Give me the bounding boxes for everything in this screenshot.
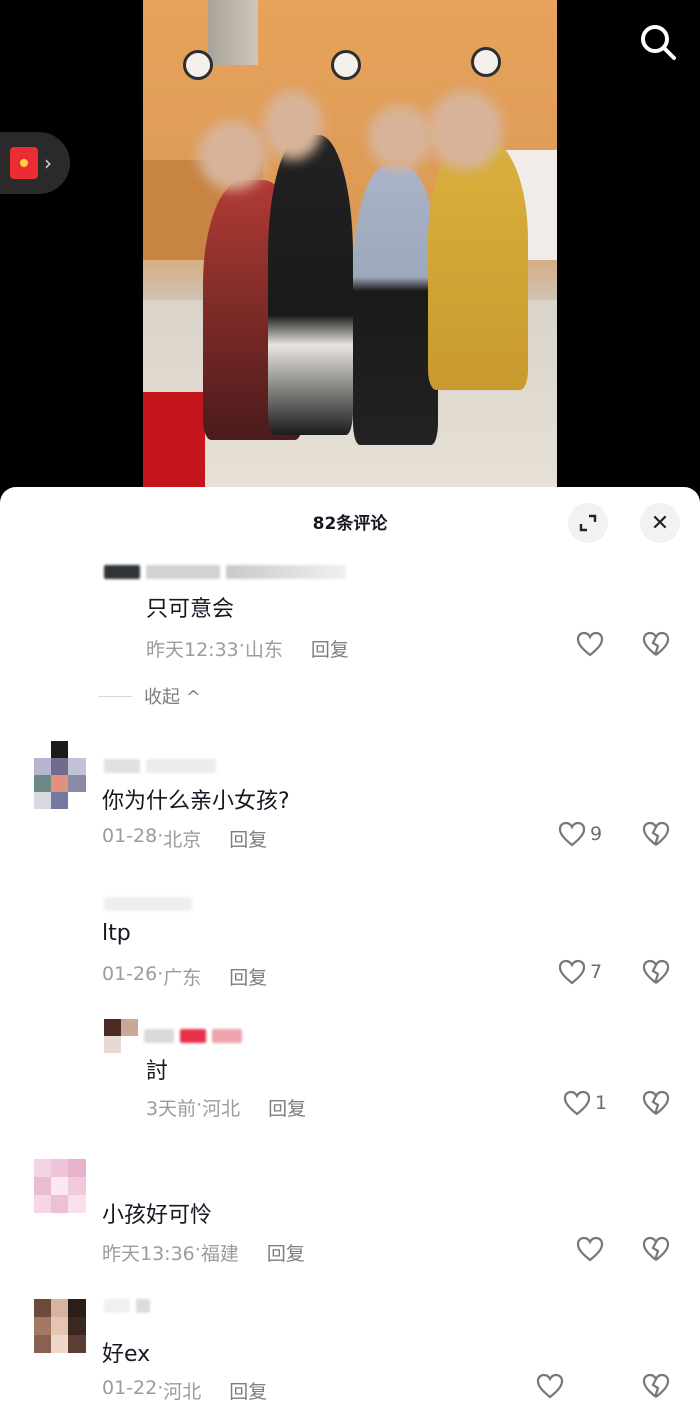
broken-heart-icon	[642, 1373, 670, 1398]
reply-button[interactable]: 回复	[229, 963, 267, 990]
red-envelope-icon	[10, 147, 38, 179]
expand-icon	[579, 514, 597, 532]
red-envelope-button[interactable]: ›	[0, 132, 70, 194]
comment-meta: 昨天12:33 · 山东 回复	[146, 635, 349, 662]
comment-time: 3天前	[146, 1098, 197, 1120]
heart-icon	[576, 631, 604, 657]
broken-heart-icon	[642, 1236, 670, 1261]
comment-time: 01-22	[102, 1377, 158, 1399]
like-button[interactable]	[536, 1373, 564, 1399]
comment-time: 01-28	[102, 825, 158, 847]
person-figure	[268, 135, 353, 435]
reply-button[interactable]: 回复	[268, 1094, 306, 1121]
comment-location: 山东	[244, 639, 283, 661]
comment-meta: 01-26 · 广东 回复	[102, 963, 268, 990]
avatar[interactable]	[34, 1159, 86, 1229]
comment-text: 討	[146, 1059, 169, 1084]
comment-author[interactable]	[104, 1019, 242, 1053]
person-figure	[353, 165, 438, 445]
broken-heart-icon	[642, 959, 670, 984]
heart-icon	[576, 1236, 604, 1262]
video-carpet	[143, 392, 205, 487]
blurred-face	[368, 105, 433, 170]
blurred-face	[428, 90, 503, 170]
search-icon	[641, 25, 676, 60]
search-button[interactable]	[636, 20, 680, 64]
comment-text: ltp	[102, 921, 131, 946]
broken-heart-icon	[642, 821, 670, 846]
avatar[interactable]	[34, 741, 86, 811]
video-frame[interactable]	[143, 0, 557, 487]
heart-icon	[536, 1373, 564, 1399]
comment-meta: 3天前 · 河北 回复	[146, 1094, 307, 1121]
clock-icon	[183, 50, 213, 80]
avatar-image	[34, 1299, 86, 1353]
comment-location: 广东	[163, 967, 202, 989]
clock-icon	[331, 50, 361, 80]
dislike-button[interactable]	[642, 821, 670, 851]
close-button[interactable]: ✕	[640, 503, 680, 543]
avatar-image	[104, 1019, 138, 1053]
heart-icon	[563, 1090, 591, 1116]
comment-location: 河北	[163, 1381, 202, 1403]
comment-author[interactable]	[104, 759, 216, 773]
comment-meta: 01-28 · 北京 回复	[102, 825, 268, 852]
avatar-image	[34, 741, 86, 809]
comment-author[interactable]	[104, 565, 346, 579]
collapse-label: 收起 ^	[144, 687, 201, 708]
comment-location: 福建	[200, 1243, 239, 1265]
like-button[interactable]: 9	[558, 821, 602, 847]
person-figure	[428, 140, 528, 390]
chevron-right-icon: ›	[44, 151, 52, 175]
reply-button[interactable]: 回复	[311, 635, 349, 662]
dislike-button[interactable]	[642, 1236, 670, 1266]
blurred-face	[263, 90, 323, 160]
dislike-button[interactable]	[642, 1090, 670, 1120]
like-button[interactable]	[576, 1236, 604, 1262]
comment-text: 只可意会	[146, 597, 235, 622]
video-pillar	[208, 0, 258, 65]
like-button[interactable]: 7	[558, 959, 602, 985]
avatar-image	[34, 1159, 86, 1213]
heart-icon	[558, 959, 586, 985]
dislike-button[interactable]	[642, 631, 670, 661]
comment-location: 北京	[163, 829, 202, 851]
dislike-button[interactable]	[642, 1373, 670, 1403]
comment-author[interactable]	[104, 1299, 150, 1313]
dislike-button[interactable]	[642, 959, 670, 989]
collapse-replies-button[interactable]: 收起 ^	[98, 683, 201, 709]
like-button[interactable]	[576, 631, 604, 657]
like-button[interactable]: 1	[563, 1090, 607, 1116]
comment-time: 01-26	[102, 963, 158, 985]
comment-text: 小孩好可怜	[102, 1203, 213, 1228]
broken-heart-icon	[642, 1090, 670, 1115]
comment-text: 你为什么亲小女孩?	[102, 789, 290, 814]
comment-time: 昨天12:33	[146, 639, 239, 661]
comment-time: 昨天13:36	[102, 1243, 195, 1265]
reply-button[interactable]: 回复	[267, 1239, 305, 1266]
comment-author[interactable]	[104, 897, 192, 911]
blurred-face	[198, 120, 268, 190]
comment-location: 河北	[202, 1098, 241, 1120]
comment-meta: 昨天13:36 · 福建 回复	[102, 1239, 305, 1266]
comment-meta: 01-22 · 河北 回复	[102, 1377, 268, 1404]
close-icon: ✕	[650, 510, 670, 536]
comment-text: 好ex	[102, 1342, 151, 1367]
reply-button[interactable]: 回复	[229, 825, 267, 852]
clock-icon	[471, 47, 501, 77]
expand-button[interactable]	[568, 503, 608, 543]
like-count: 9	[590, 823, 603, 845]
broken-heart-icon	[642, 631, 670, 656]
like-count: 1	[595, 1092, 608, 1114]
reply-button[interactable]: 回复	[229, 1377, 267, 1404]
comment-sheet: 82条评论 ✕ 只可意会 昨天12:33 · 山东 回复 收起 ^ 你为什么亲小…	[0, 487, 700, 1410]
like-count: 7	[590, 961, 603, 983]
avatar[interactable]	[34, 1299, 86, 1369]
heart-icon	[558, 821, 586, 847]
